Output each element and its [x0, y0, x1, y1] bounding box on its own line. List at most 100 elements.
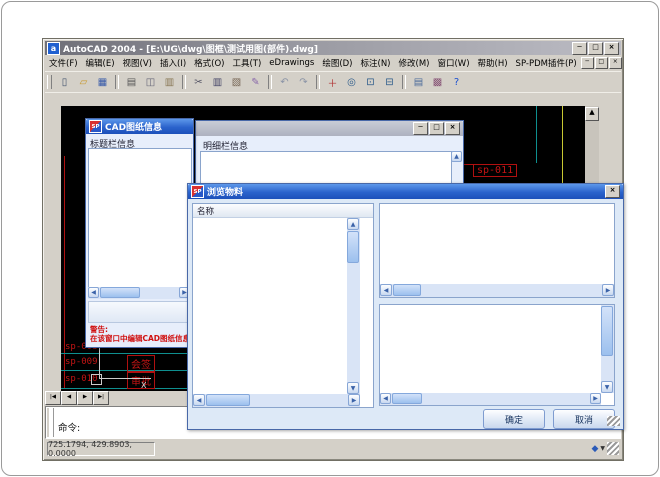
properties-icon[interactable]: ▤	[410, 74, 428, 91]
menu-绘图(D)[interactable]: 绘图(D)	[318, 56, 356, 70]
cut-icon[interactable]: ✂	[190, 74, 208, 91]
scroll-left-icon[interactable]: ◀	[380, 393, 391, 404]
publish-icon[interactable]: ▥	[161, 74, 179, 91]
table2-hscrollbar[interactable]: ◀ ▶	[380, 393, 601, 405]
redo-icon[interactable]: ↷	[295, 74, 313, 91]
toolbar-separator	[115, 75, 119, 89]
scroll-left-icon[interactable]: ◀	[88, 287, 99, 298]
mdi-restore-icon[interactable]: □	[595, 57, 608, 69]
toolbar-grip[interactable]	[47, 75, 52, 89]
info-dialog: SP CAD图纸信息 标题栏信息 ◀ ▶ 警告: 在该窗口中编辑CAD图纸信息	[85, 118, 194, 348]
communication-center-icon[interactable]: ◆	[591, 444, 598, 454]
scroll-down-icon[interactable]: ▼	[347, 382, 359, 394]
sp-logo-icon: SP	[89, 120, 102, 133]
tree-hscrollbar[interactable]: ◀ ▶	[193, 394, 360, 407]
paste-icon[interactable]: ▧	[228, 74, 246, 91]
pan-realtime-icon[interactable]: ＋	[324, 74, 342, 91]
scroll-thumb[interactable]	[393, 284, 421, 296]
info-toolbar	[88, 301, 192, 323]
undo-icon[interactable]: ↶	[276, 74, 294, 91]
tab-prev-button[interactable]: ◀	[61, 391, 77, 405]
detail-scroll-up-icon[interactable]: ▲	[451, 151, 462, 162]
title-bar[interactable]: a AutoCAD 2004 - [E:\UG\dwg\图框\测试用图(部件).…	[45, 41, 621, 55]
help-icon[interactable]: ?	[448, 74, 466, 91]
menu-修改(M)[interactable]: 修改(M)	[395, 56, 434, 70]
ok-button[interactable]: 确定	[483, 409, 545, 429]
menu-工具(T)[interactable]: 工具(T)	[228, 56, 265, 70]
tree-column-header[interactable]: 名称	[193, 204, 373, 218]
tray-expand-icon[interactable]: ▼	[600, 445, 605, 452]
browse-dialog-title: 浏览物料	[207, 185, 243, 198]
tree-vscrollbar[interactable]: ▲ ▼	[347, 218, 360, 394]
scroll-thumb[interactable]	[347, 231, 359, 263]
ucs-origin-box	[91, 374, 102, 385]
sp011-cell: sp-011	[473, 164, 517, 177]
restore-icon[interactable]: □	[429, 122, 444, 135]
cancel-button[interactable]: 取消	[553, 409, 615, 429]
ucs-x-axis	[99, 378, 151, 379]
menu-格式(O)[interactable]: 格式(O)	[190, 56, 228, 70]
scroll-down-icon[interactable]: ▼	[601, 381, 613, 393]
menu-窗口(W)[interactable]: 窗口(W)	[433, 56, 473, 70]
scroll-thumb[interactable]	[206, 394, 250, 406]
plot-preview-icon[interactable]: ◫	[142, 74, 160, 91]
scroll-up-icon[interactable]: ▲	[347, 218, 359, 230]
mdi-close-icon[interactable]: ×	[609, 57, 622, 69]
scroll-thumb[interactable]	[100, 287, 140, 298]
resize-grip[interactable]	[607, 442, 619, 455]
open-icon[interactable]: ▱	[75, 74, 93, 91]
command-window-grip[interactable]	[47, 408, 54, 437]
menu-编辑(E)[interactable]: 编辑(E)	[82, 56, 119, 70]
browse-close-icon[interactable]: ×	[605, 185, 620, 198]
ucs-x-label: X	[141, 381, 146, 390]
browse-dialog-titlebar[interactable]: SP 浏览物料 ×	[188, 184, 623, 199]
minimize-icon[interactable]: ─	[572, 42, 587, 55]
scroll-right-icon[interactable]: ▶	[590, 393, 601, 404]
autocad-logo-icon: a	[47, 42, 60, 55]
scroll-left-icon[interactable]: ◀	[193, 394, 205, 406]
maximize-icon[interactable]: □	[588, 42, 603, 55]
row-label-sp009: sp-009	[65, 357, 98, 367]
tab-last-button[interactable]: ▶|	[93, 391, 109, 405]
zoom-window-icon[interactable]: ⊡	[362, 74, 380, 91]
scroll-right-icon[interactable]: ▶	[602, 284, 614, 296]
copy-icon[interactable]: ▥	[209, 74, 227, 91]
table2-vscrollbar[interactable]: ▼	[601, 305, 614, 393]
new-icon[interactable]: ▯	[56, 74, 74, 91]
menu-文件(F)[interactable]: 文件(F)	[45, 56, 82, 70]
menu-SP-PDM插件(P)[interactable]: SP-PDM插件(P)	[512, 56, 581, 70]
zoom-realtime-icon[interactable]: ◎	[343, 74, 361, 91]
zoom-previous-icon[interactable]: ⊟	[381, 74, 399, 91]
coordinates-readout[interactable]: 725.1794, 429.8903, 0.0000	[47, 442, 155, 456]
designcenter-icon[interactable]: ▩	[429, 74, 447, 91]
minimize-icon[interactable]: ─	[413, 122, 428, 135]
close-icon[interactable]: ×	[604, 42, 619, 55]
menu-eDrawings[interactable]: eDrawings	[265, 57, 318, 69]
info-grid[interactable]	[88, 148, 192, 289]
tab-next-button[interactable]: ▶	[77, 391, 93, 405]
scroll-thumb[interactable]	[601, 306, 613, 356]
red-vline	[64, 156, 65, 389]
browse-dialog: SP 浏览物料 × 名称 ▲ ▼ ◀ ▶ ◀ ▶	[187, 183, 624, 430]
scroll-right-icon[interactable]: ▶	[348, 394, 360, 406]
plot-icon[interactable]: ▤	[123, 74, 141, 91]
toolbar-separator	[268, 75, 272, 89]
scroll-thumb[interactable]	[392, 393, 422, 404]
menu-标注(N)[interactable]: 标注(N)	[357, 56, 395, 70]
save-icon[interactable]: ▦	[94, 74, 112, 91]
command-prompt[interactable]: 命令:	[58, 420, 80, 434]
dialog-resize-grip[interactable]	[607, 416, 620, 426]
tab-first-button[interactable]: |◀	[45, 391, 61, 405]
info-dialog-titlebar[interactable]: SP CAD图纸信息	[86, 119, 193, 134]
table1-hscrollbar[interactable]: ◀ ▶	[380, 284, 614, 297]
match-properties-icon[interactable]: ✎	[247, 74, 265, 91]
menu-帮助(H)[interactable]: 帮助(H)	[474, 56, 512, 70]
menu-插入(I)[interactable]: 插入(I)	[156, 56, 190, 70]
detail-window-titlebar[interactable]: ─□×	[196, 121, 463, 136]
close-icon[interactable]: ×	[445, 122, 460, 135]
scroll-up-icon[interactable]: ▲	[585, 107, 599, 121]
info-grid-hscrollbar[interactable]: ◀ ▶	[88, 287, 190, 299]
menu-视图(V)[interactable]: 视图(V)	[119, 56, 156, 70]
mdi-minimize-icon[interactable]: ─	[581, 57, 594, 69]
scroll-left-icon[interactable]: ◀	[380, 284, 392, 296]
